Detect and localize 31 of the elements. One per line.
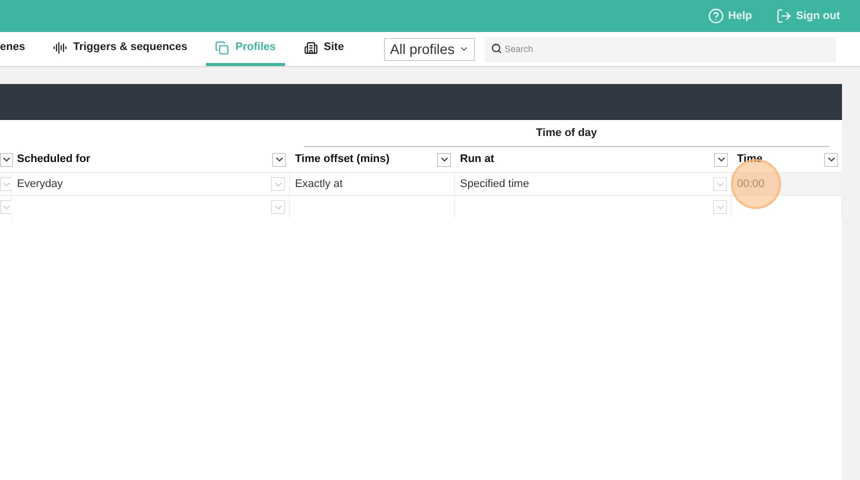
help-icon (708, 8, 724, 24)
table-cell[interactable] (0, 173, 12, 195)
bars-icon (53, 40, 68, 54)
dropdown-toggle[interactable] (824, 152, 838, 166)
search-field[interactable]: Search (484, 36, 836, 62)
nav-tab[interactable]: Triggers & sequences (44, 32, 196, 66)
dropdown-toggle[interactable] (714, 152, 728, 166)
table-cell[interactable] (0, 196, 12, 218)
profile-select[interactable]: All profiles (384, 38, 475, 60)
building-icon (304, 40, 318, 54)
dropdown-toggle[interactable] (437, 152, 451, 166)
dropdown-toggle[interactable] (0, 200, 13, 214)
column-header: Scheduled for (17, 152, 90, 168)
column-header: Time offset (mins) (295, 152, 390, 168)
dropdown-toggle[interactable] (271, 200, 285, 214)
dropdown-toggle[interactable] (271, 177, 285, 191)
sign-out-icon (776, 8, 792, 24)
table-cell[interactable] (12, 196, 290, 218)
dropdown-toggle[interactable] (713, 177, 727, 191)
nav-tab[interactable]: enes (0, 32, 34, 66)
dropdown-toggle[interactable] (0, 177, 13, 191)
nav-tab[interactable]: Site (294, 32, 353, 66)
table-cell[interactable]: Everyday (12, 173, 290, 195)
profiles-icon (215, 40, 230, 54)
dropdown-toggle[interactable] (272, 152, 286, 166)
column-group-header: Time of day (304, 120, 829, 147)
dropdown-toggle[interactable] (0, 152, 13, 166)
column-header: Time (737, 152, 762, 168)
column-header: Run at (460, 152, 494, 168)
dropdown-toggle[interactable] (713, 200, 727, 214)
search-icon (490, 43, 502, 54)
